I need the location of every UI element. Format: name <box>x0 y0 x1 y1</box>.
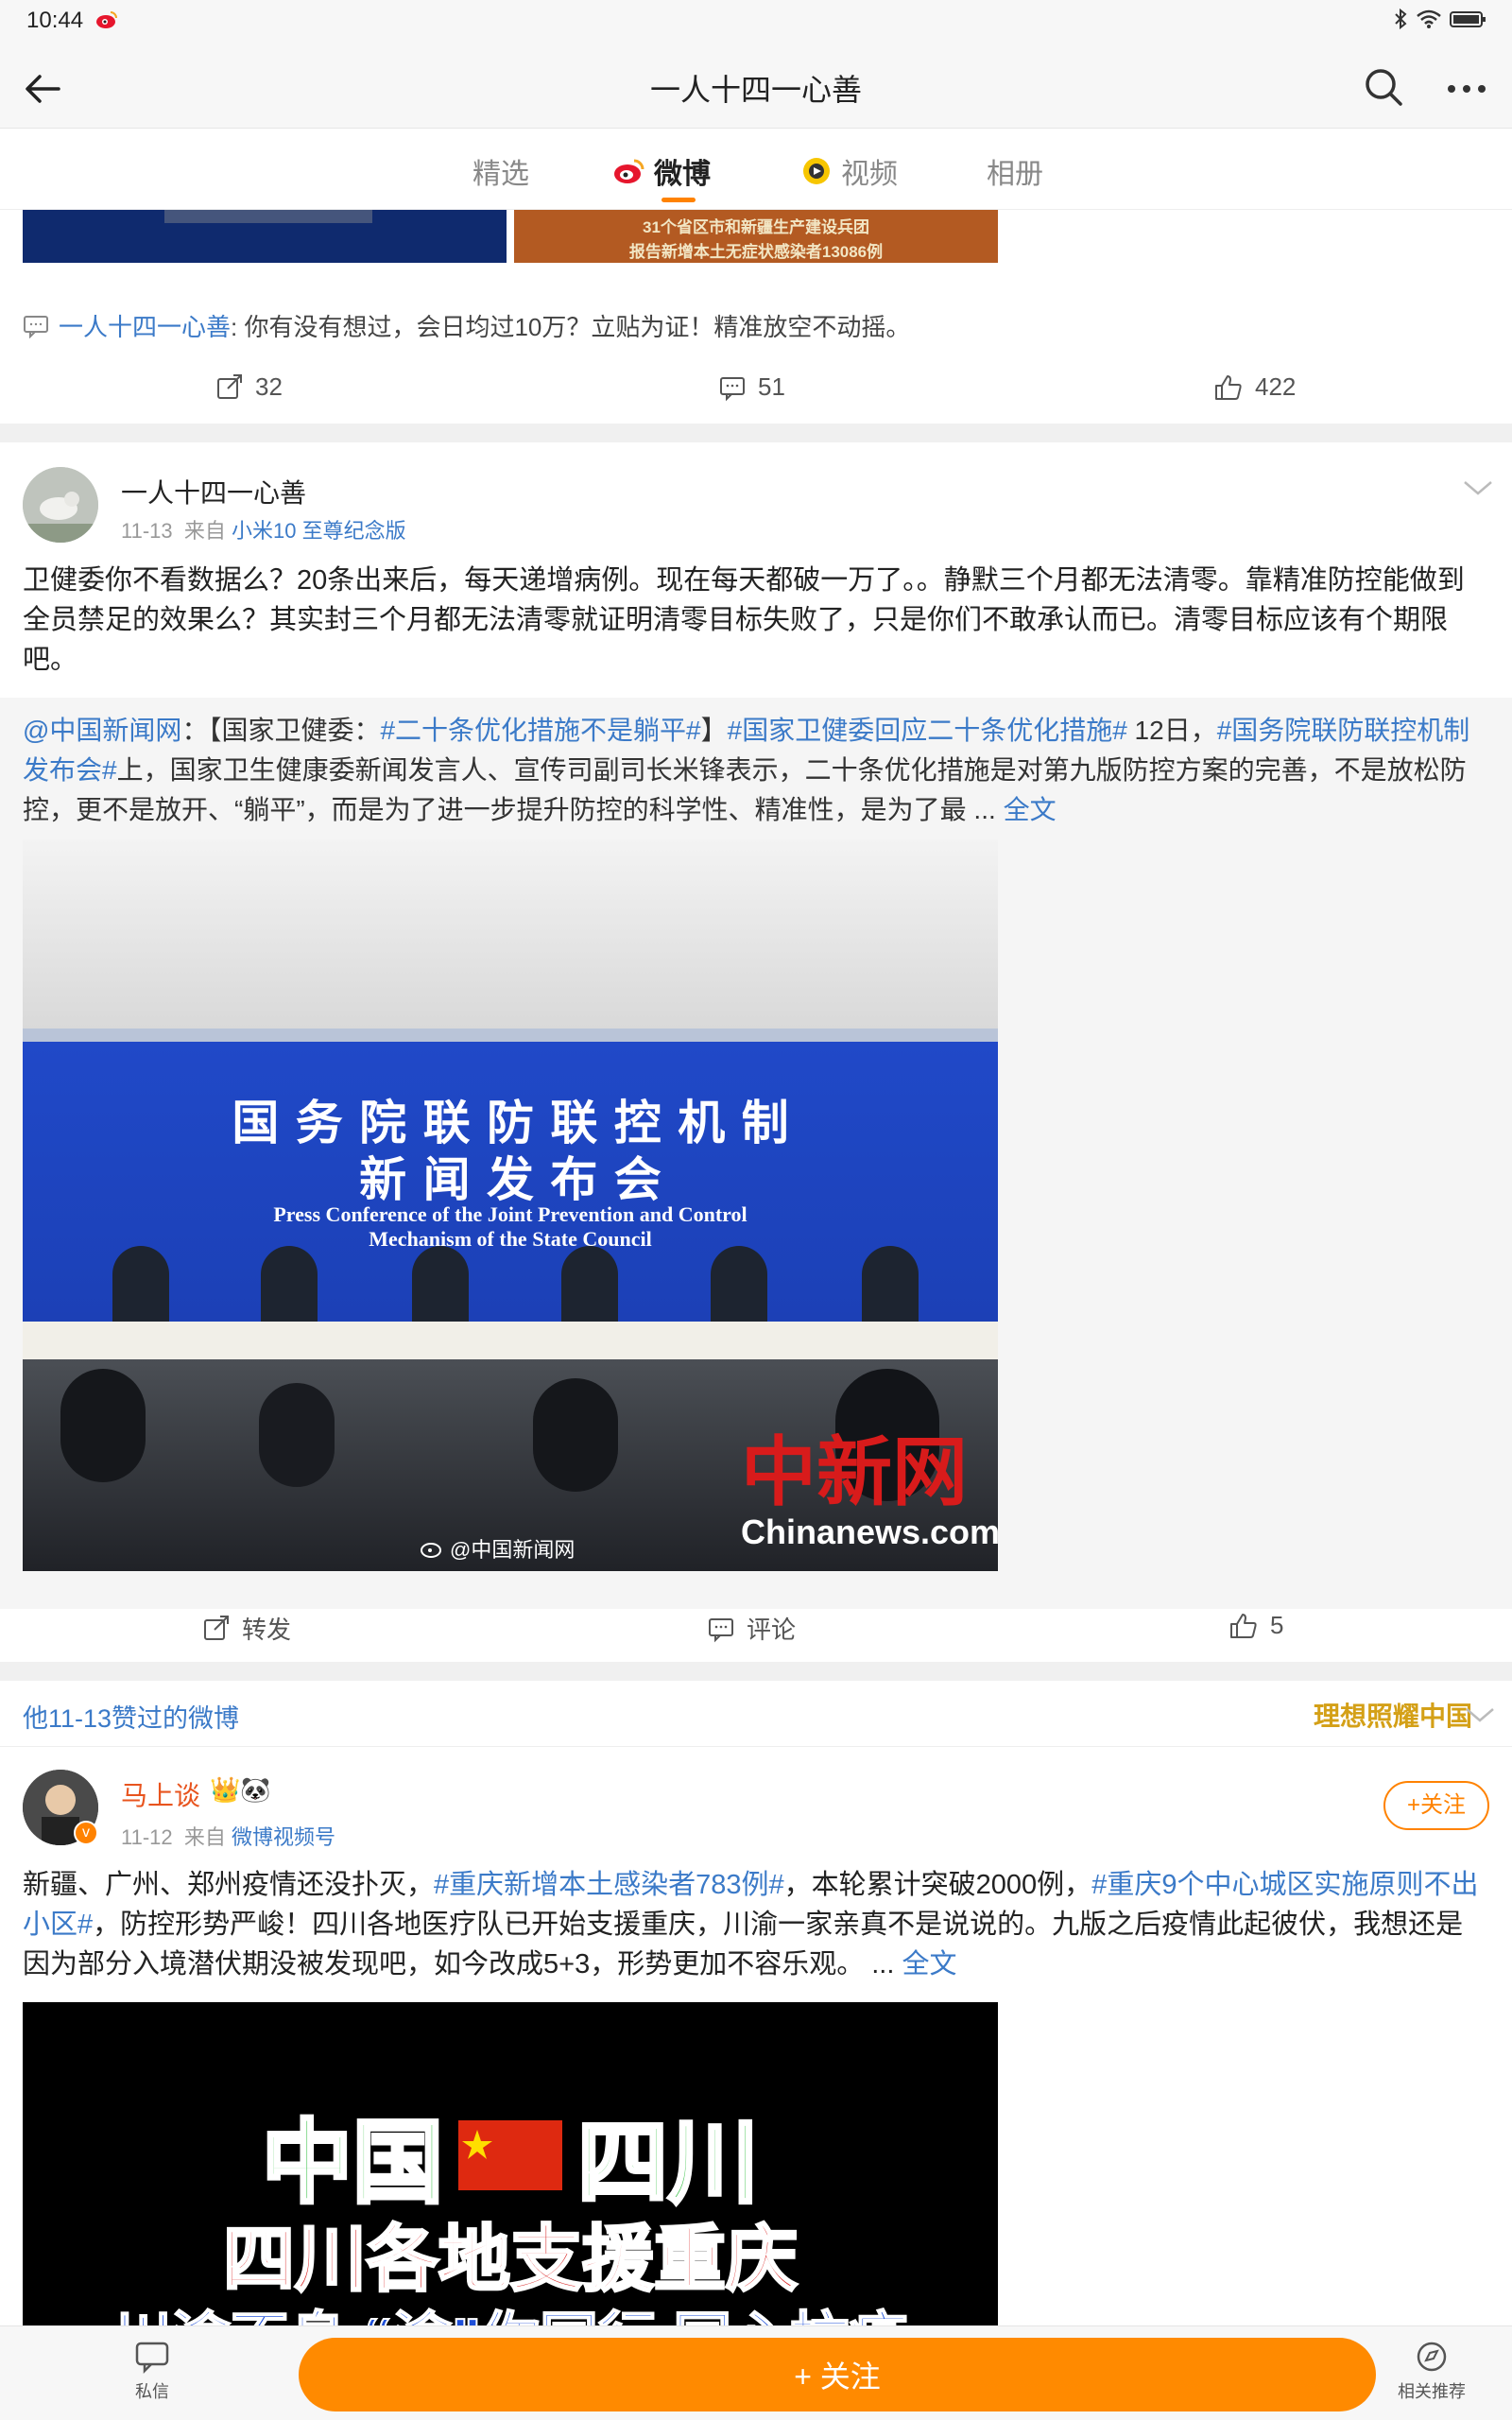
hashtag-link[interactable]: #二十条优化措施不是躺平# <box>380 716 700 745</box>
liked-section-header: 他11-13赞过的微博 理想照耀中国 <box>0 1681 1512 1747</box>
tab-weibo[interactable]: 微博 <box>612 150 711 192</box>
bluetooth-icon <box>1395 8 1407 30</box>
message-button[interactable]: 私信 <box>100 2340 204 2403</box>
repost-box[interactable]: @中国新闻网：【国家卫健委：#二十条优化措施不是躺平#】#国家卫健委回应二十条优… <box>0 698 1512 1609</box>
previous-post-image-1[interactable] <box>23 210 507 263</box>
post-text: 新疆、广州、郑州疫情还没扑灭，#重庆新增本土感染者783例#，本轮累计突破200… <box>23 1870 1479 1979</box>
chevron-down-icon[interactable] <box>1463 1703 1497 1726</box>
video-title-line-3: 川渝不息 “渝”你同行 同心抗疫 <box>23 2291 998 2325</box>
comment-button[interactable]: 评论 <box>707 1611 796 1646</box>
status-time: 10:44 <box>26 8 84 33</box>
weibo-notification-icon <box>94 9 119 35</box>
wifi-icon <box>1417 9 1441 28</box>
watermark-weibo: @中国新闻网 <box>420 1533 575 1564</box>
read-more-link[interactable]: 全文 <box>1004 795 1057 824</box>
battery-icon <box>1450 11 1486 27</box>
quote-text: : 你有没有想过，会日均过10万？立贴为证！精准放空不动摇。 <box>231 313 911 341</box>
post-meta: 11-12 来自 微博视频号 <box>121 1821 335 1851</box>
status-icons <box>1393 8 1487 30</box>
from-label: 来自 <box>183 1825 226 1849</box>
post-user-name[interactable]: 一人十四一心善 <box>121 473 306 510</box>
related-recommend-button[interactable]: 相关推荐 <box>1380 2340 1484 2403</box>
bottom-action-bar: 私信 + 关注 相关推荐 <box>0 2325 1512 2420</box>
thumbs-up-icon <box>1215 374 1242 400</box>
post-source[interactable]: 小米10 至尊纪念版 <box>232 519 406 543</box>
tab-featured[interactable]: 精选 <box>472 150 529 192</box>
chevron-down-icon[interactable] <box>1461 476 1495 499</box>
watermark-site: Chinanews.com <box>741 1512 998 1551</box>
repost-button[interactable]: 32 <box>215 372 283 402</box>
tab-video[interactable]: 视频 <box>799 150 898 192</box>
post-source[interactable]: 微博视频号 <box>232 1825 335 1849</box>
follow-main-button[interactable]: + 关注 <box>299 2338 1376 2411</box>
quote-user-link[interactable]: 一人十四一心善 <box>59 313 231 341</box>
page-title: 一人十四一心善 <box>649 73 862 107</box>
more-icon <box>1448 85 1486 93</box>
post-meta: 11-13 来自 小米10 至尊纪念版 <box>121 514 406 544</box>
watermark-logo: 中新网 <box>741 1427 968 1516</box>
hashtag-link[interactable]: #国家卫健委回应二十条优化措施# <box>728 716 1127 745</box>
weibo-watermark-icon <box>421 1543 441 1558</box>
post-text: 卫健委你不看数据么？20条出来后，每天递增病例。现在每天都破一万了。。静默三个月… <box>23 565 1465 675</box>
post-date: 11-13 <box>121 519 173 543</box>
video-title-line-2: 四川各地支援重庆 <box>222 2219 799 2302</box>
verified-badge-icon: v <box>74 1821 98 1845</box>
more-options-button[interactable] <box>1442 64 1491 110</box>
message-icon <box>135 2342 169 2375</box>
comment-button[interactable]: 51 <box>718 372 785 402</box>
video-thumbnail[interactable]: 中国 四川 四川各地支援重庆 川渝不息 “渝”你同行 同心抗疫 <box>23 2002 998 2325</box>
liked-section-label: 他11-13赞过的微博 <box>23 1704 240 1733</box>
backdrop-title-2: 新 闻 发 布 会 <box>359 1151 662 1207</box>
post-user-name[interactable]: 马上谈 <box>121 1775 200 1813</box>
quote-comment[interactable]: 一人十四一心善: 你有没有想过，会日均过10万？立贴为证！精准放空不动摇。 <box>23 308 910 343</box>
hashtag-link[interactable]: #重庆新增本土感染者783例# <box>434 1870 784 1900</box>
thumbs-up-icon <box>1230 1613 1257 1638</box>
press-conference-image[interactable]: 国 务 院 联 防 联 控 机 制 新 闻 发 布 会 Press Confer… <box>23 839 998 1571</box>
compass-icon <box>1417 2342 1447 2372</box>
search-icon <box>1366 69 1402 106</box>
repost-text: @中国新闻网：【国家卫健委：#二十条优化措施不是躺平#】#国家卫健委回应二十条优… <box>23 716 1470 824</box>
china-flag-icon <box>458 2119 562 2190</box>
repost-button[interactable]: 转发 <box>202 1611 291 1646</box>
comment-icon <box>720 376 745 401</box>
comment-bubble-icon <box>24 315 48 338</box>
brand-tag[interactable]: 理想照耀中国 <box>1314 1696 1472 1734</box>
comment-icon <box>709 1617 733 1642</box>
top-navigation-bar: 一人十四一心善 <box>0 47 1512 129</box>
follow-button[interactable]: +关注 <box>1383 1781 1489 1830</box>
active-tab-indicator <box>662 198 696 202</box>
search-button[interactable] <box>1361 64 1406 110</box>
post-actions: 转发 评论 5 <box>0 1601 1512 1658</box>
status-bar: 10:44 <box>0 0 1512 47</box>
like-button[interactable]: 5 <box>1228 1611 1283 1640</box>
profile-tabs: 精选 微博 视频 相册 <box>0 130 1512 210</box>
repost-author-link[interactable]: @中国新闻网 <box>23 716 181 745</box>
section-divider <box>0 1662 1512 1681</box>
video-tab-icon <box>803 158 830 184</box>
image-caption-line-1: 31个省区市和新疆生产建设兵团 <box>643 218 869 236</box>
previous-post-actions: 32 51 422 <box>0 363 1512 420</box>
like-button[interactable]: 422 <box>1213 372 1296 402</box>
repost-icon <box>217 373 242 399</box>
repost-icon <box>204 1615 229 1640</box>
backdrop-subtitle-1: Press Conference of the Joint Prevention… <box>273 1202 747 1226</box>
previous-post-image-2[interactable]: 31个省区市和新疆生产建设兵团 报告新增本土无症状感染者13086例 <box>514 210 998 263</box>
tab-album[interactable]: 相册 <box>987 150 1043 192</box>
user-badges: 👑🐼 <box>210 1775 271 1804</box>
post-date: 11-12 <box>121 1825 173 1849</box>
avatar[interactable] <box>23 467 98 543</box>
from-label: 来自 <box>183 519 226 543</box>
read-more-link[interactable]: 全文 <box>902 1949 956 1979</box>
weibo-logo-icon <box>614 159 644 183</box>
image-caption-line-2: 报告新增本土无症状感染者13086例 <box>628 243 884 261</box>
backdrop-subtitle-2: Mechanism of the State Council <box>369 1227 652 1251</box>
section-divider <box>0 424 1512 442</box>
